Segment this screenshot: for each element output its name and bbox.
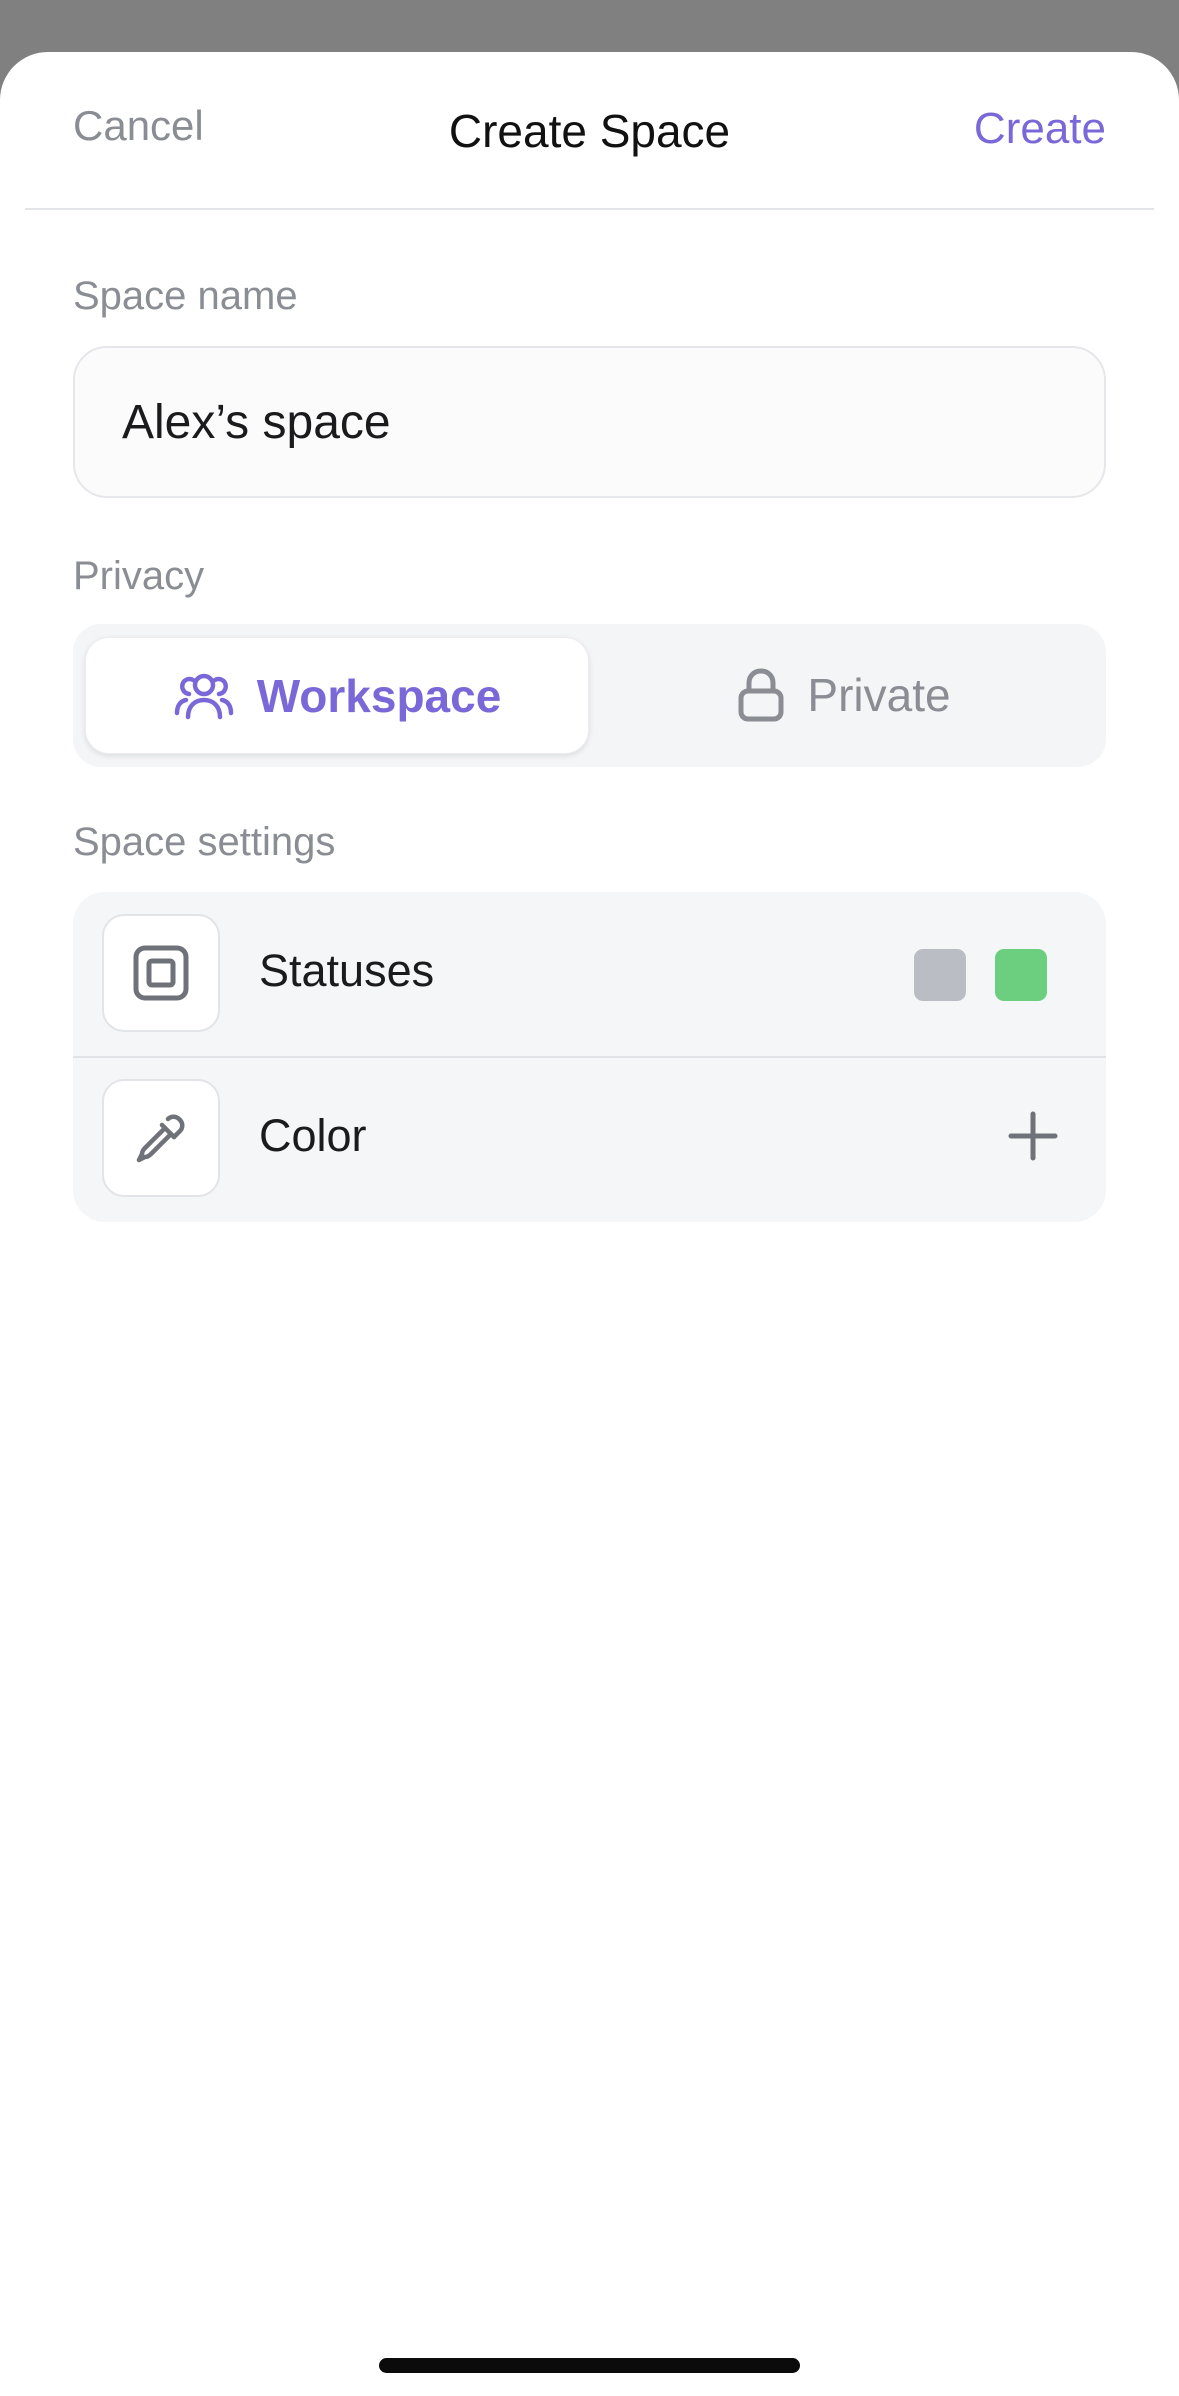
status-swatch-complete bbox=[995, 949, 1047, 1001]
privacy-segmented-control: Workspace Private bbox=[73, 624, 1106, 767]
lock-icon bbox=[737, 667, 785, 723]
statuses-icon bbox=[102, 914, 220, 1032]
settings-row-statuses[interactable]: Statuses bbox=[73, 892, 1106, 1058]
space-settings-label: Space settings bbox=[73, 820, 336, 864]
navigation-bar: Cancel Create Space Create bbox=[0, 52, 1179, 208]
cancel-button[interactable]: Cancel bbox=[73, 102, 204, 150]
settings-row-color[interactable]: Color bbox=[73, 1057, 1106, 1222]
privacy-option-workspace[interactable]: Workspace bbox=[85, 637, 589, 754]
sheet-title: Create Space bbox=[448, 105, 731, 157]
privacy-option-private-label: Private bbox=[807, 668, 951, 721]
users-icon bbox=[173, 671, 235, 721]
color-label: Color bbox=[259, 1110, 367, 1161]
space-name-input[interactable]: Alex’s space bbox=[73, 346, 1106, 498]
space-name-value: Alex’s space bbox=[122, 395, 391, 449]
privacy-option-workspace-label: Workspace bbox=[256, 669, 502, 722]
create-button[interactable]: Create bbox=[974, 104, 1106, 154]
privacy-option-private[interactable]: Private bbox=[593, 637, 1095, 752]
home-indicator bbox=[379, 2358, 800, 2373]
statuses-label: Statuses bbox=[259, 945, 435, 996]
header-divider bbox=[25, 208, 1154, 210]
plus-icon[interactable] bbox=[1003, 1106, 1063, 1166]
space-settings-card: Statuses Color bbox=[73, 892, 1106, 1222]
eyedropper-icon bbox=[102, 1079, 220, 1197]
space-name-label: Space name bbox=[73, 274, 298, 318]
create-space-sheet: Cancel Create Space Create Space name Al… bbox=[0, 52, 1179, 2396]
privacy-label: Privacy bbox=[73, 554, 205, 598]
status-swatch-todo bbox=[914, 949, 966, 1001]
